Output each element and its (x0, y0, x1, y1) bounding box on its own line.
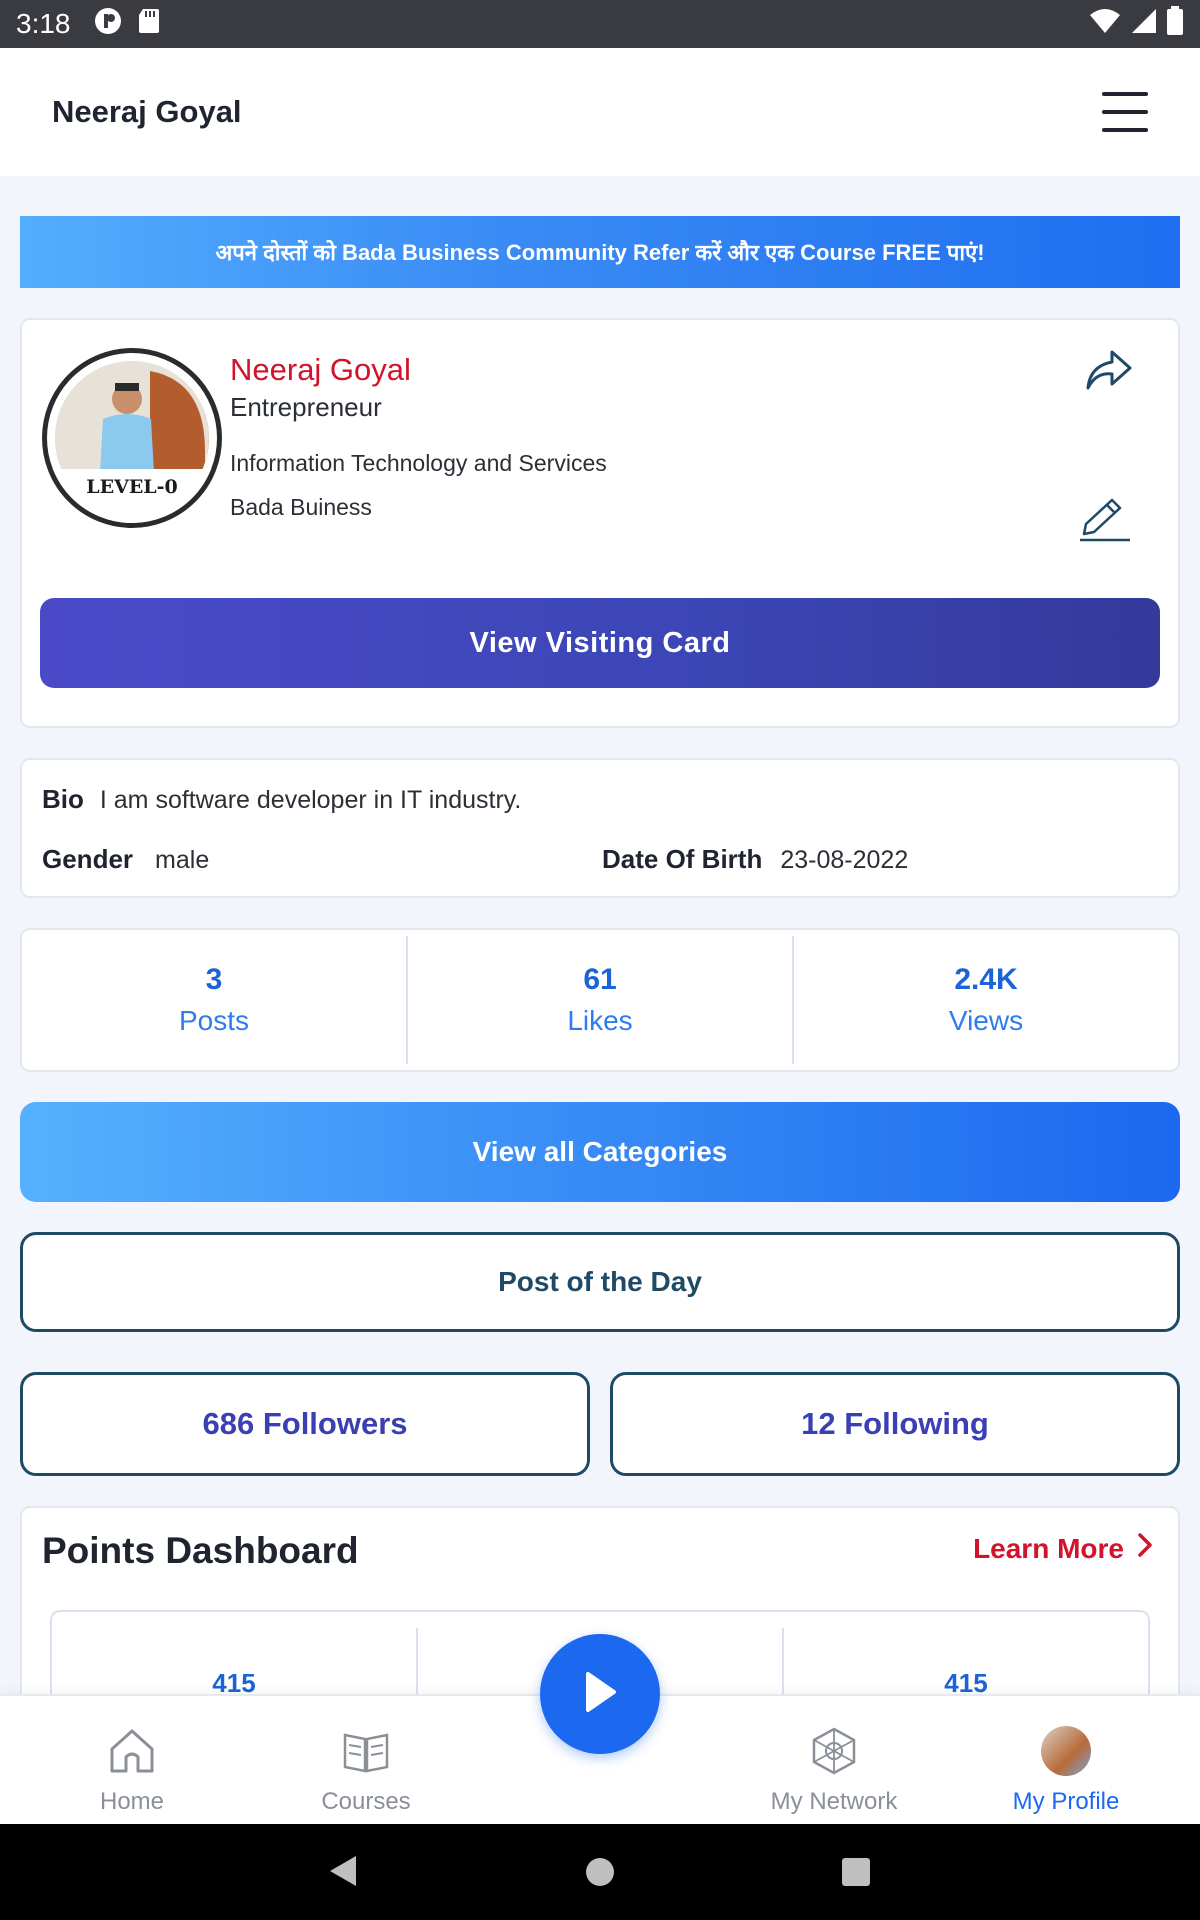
signal-icon (1130, 7, 1158, 42)
stat-likes[interactable]: 61 Likes (408, 936, 794, 1064)
nav-item-my-profile[interactable]: My Profile (956, 1696, 1176, 1826)
referral-banner[interactable]: अपने दोस्तों को Bada Business Community … (20, 216, 1180, 288)
nav-label: My Network (770, 1788, 898, 1815)
view-visiting-card-button[interactable]: View Visiting Card (40, 598, 1160, 688)
app-bar: Neeraj Goyal (0, 48, 1200, 176)
bio-value: I am software developer in IT industry. (99, 786, 522, 814)
learn-more-label: Learn More (973, 1532, 1124, 1564)
hamburger-menu-icon[interactable] (1102, 92, 1148, 132)
profile-industry: Information Technology and Services (230, 450, 607, 476)
profile-role: Entrepreneur (230, 392, 382, 422)
page-title: Neeraj Goyal (52, 94, 242, 129)
stat-label: Posts (178, 1005, 250, 1036)
nav-item-home[interactable]: Home (22, 1696, 242, 1826)
profile-avatar[interactable]: LEVEL-0 (42, 348, 222, 528)
nav-label: My Profile (1012, 1788, 1120, 1815)
gender-label: Gender (42, 844, 134, 874)
dob-row: Date Of Birth 23-08-2022 (602, 844, 908, 875)
sd-card-icon (137, 7, 161, 42)
status-bar: 3:18 (0, 0, 1200, 48)
profile-company: Bada Buiness (230, 494, 372, 520)
bio-card: Bio I am software developer in IT industr… (20, 758, 1180, 898)
recent-apps-icon[interactable] (842, 1858, 870, 1886)
battery-icon (1166, 5, 1184, 43)
learn-more-link[interactable]: Learn More (973, 1532, 1154, 1565)
stat-label: Likes (567, 1005, 633, 1036)
stat-value: 3 (205, 963, 223, 996)
followers-button[interactable]: 686 Followers (20, 1372, 590, 1476)
share-icon[interactable] (1082, 346, 1134, 394)
home-circle-icon[interactable] (586, 1858, 614, 1886)
edit-profile-icon[interactable] (1076, 496, 1134, 544)
network-icon (807, 1724, 861, 1778)
stat-views[interactable]: 2.4K Views (794, 936, 1178, 1064)
gender-row: Gender male (42, 844, 209, 875)
following-button[interactable]: 12 Following (610, 1372, 1180, 1476)
stat-label: Views (948, 1005, 1024, 1036)
gender-value: male (155, 846, 210, 874)
bio-row: Bio I am software developer in IT industr… (42, 784, 521, 815)
profile-name: Neeraj Goyal (230, 352, 411, 387)
home-icon (105, 1724, 159, 1778)
profile-card: LEVEL-0 Neeraj Goyal Entrepreneur Inform… (20, 318, 1180, 728)
stat-value: 2.4K (954, 963, 1018, 996)
nav-item-my-network[interactable]: My Network (724, 1696, 944, 1826)
profile-avatar-icon (1039, 1724, 1093, 1778)
nav-label: Courses (321, 1788, 411, 1815)
stats-card: 3 Posts 61 Likes 2.4K Views (20, 928, 1180, 1072)
back-icon[interactable] (328, 1854, 358, 1893)
courses-icon (339, 1724, 393, 1778)
view-all-categories-button[interactable]: View all Categories (20, 1102, 1180, 1202)
dob-label: Date Of Birth (602, 844, 763, 874)
level-badge: LEVEL-0 (47, 469, 217, 523)
nav-item-courses[interactable]: Courses (256, 1696, 476, 1826)
chevron-right-icon (1136, 1532, 1154, 1565)
system-navigation-bar (0, 1824, 1200, 1920)
post-of-the-day-button[interactable]: Post of the Day (20, 1232, 1180, 1332)
play-button[interactable] (540, 1634, 660, 1754)
stat-value: 61 (583, 963, 617, 996)
wifi-icon (1088, 7, 1122, 42)
status-time: 3:18 (16, 8, 71, 39)
play-icon (580, 1670, 620, 1719)
bio-label: Bio (42, 784, 84, 814)
referral-banner-text: अपने दोस्तों को Bada Business Community … (215, 240, 985, 265)
stat-posts[interactable]: 3 Posts (22, 936, 408, 1064)
points-dashboard-title: Points Dashboard (42, 1530, 359, 1571)
nav-label: Home (99, 1788, 165, 1815)
notification-app-icon (93, 6, 123, 43)
dob-value: 23-08-2022 (780, 846, 909, 874)
